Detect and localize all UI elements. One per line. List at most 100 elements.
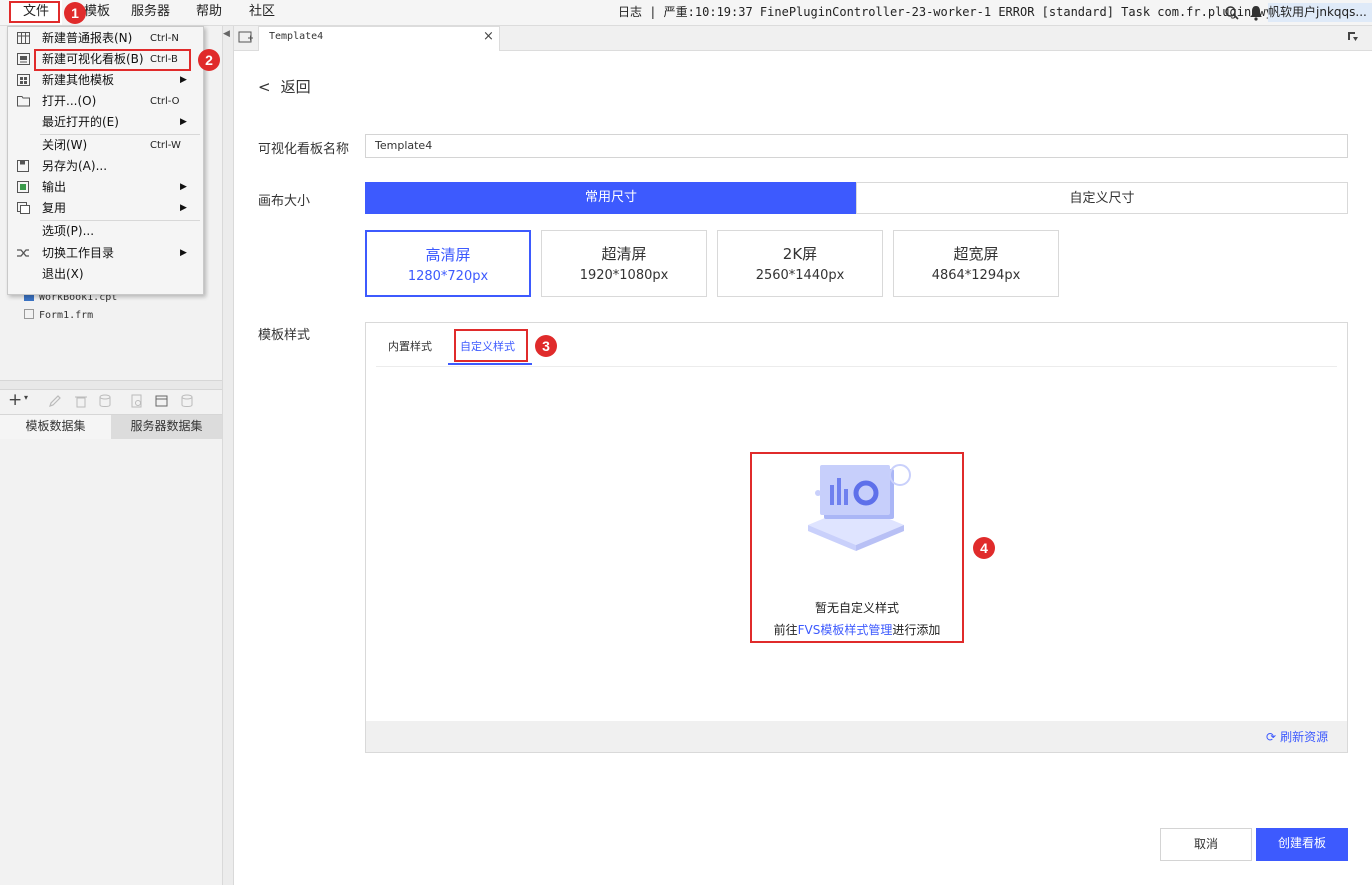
server-dataset-icon[interactable]	[180, 394, 194, 408]
menu-item-shortcut: Ctrl-O	[150, 96, 180, 107]
size-option-dims: 1280*720px	[407, 269, 489, 284]
collapse-left-icon[interactable]: ◀	[223, 29, 230, 39]
menu-item-label: 最近打开的(E)	[42, 115, 119, 129]
form-file-icon	[24, 309, 34, 319]
size-option-dims: 2560*1440px	[755, 268, 845, 283]
menu-community[interactable]: 社区	[249, 0, 275, 25]
canvas-size-label: 画布大小	[258, 194, 311, 209]
name-input[interactable]: Template4	[365, 134, 1348, 158]
style-panel-footer: ⟳ 刷新资源	[366, 721, 1347, 752]
size-option-name: 超清屏	[601, 245, 647, 263]
annotation-badge: 2	[198, 49, 220, 71]
menu-item-switch-workdir[interactable]: 切换工作目录 ▶	[8, 243, 203, 264]
size-option-ultrawide[interactable]: 超宽屏 4864*1294px	[893, 230, 1059, 297]
menu-item-label: 复用	[42, 201, 67, 215]
database-icon[interactable]	[98, 394, 112, 408]
menu-item-new-other[interactable]: 新建其他模板 ▶	[8, 70, 203, 91]
menu-server[interactable]: 服务器	[131, 0, 170, 25]
tab-custom-size[interactable]: 自定义尺寸	[856, 182, 1348, 214]
file-name: Form1.frm	[39, 310, 94, 321]
save-as-icon	[17, 160, 31, 172]
shuffle-icon	[17, 247, 31, 259]
annotation-box-custom-style	[454, 329, 528, 362]
size-option-fhd[interactable]: 超清屏 1920*1080px	[541, 230, 707, 297]
new-tab-icon[interactable]	[238, 30, 254, 46]
menu-item-options[interactable]: 选项(P)...	[8, 221, 203, 242]
file-item[interactable]: Form1.frm	[24, 309, 214, 325]
menu-item-label: 新建其他模板	[42, 73, 115, 87]
dataset-toolbar: + ▾	[0, 389, 222, 413]
back-button[interactable]: < 返回	[258, 76, 311, 97]
menu-item-new-report[interactable]: 新建普通报表(N) Ctrl-N	[8, 28, 203, 49]
user-account[interactable]: 帆软用户jnkqqs...	[1268, 3, 1372, 22]
back-label: 返回	[280, 78, 311, 96]
folder-open-icon	[17, 95, 31, 107]
add-icon[interactable]: +	[8, 390, 22, 410]
size-option-name: 高清屏	[425, 246, 471, 264]
menu-item-open[interactable]: 打开...(O) Ctrl-O	[8, 91, 203, 112]
menu-item-export[interactable]: 输出 ▶	[8, 177, 203, 198]
tab-menu-icon[interactable]	[1347, 31, 1359, 43]
tab-common-size[interactable]: 常用尺寸	[365, 182, 857, 214]
trash-icon[interactable]	[74, 394, 88, 408]
chevron-left-icon: <	[258, 78, 271, 96]
menu-item-label: 关闭(W)	[42, 138, 88, 152]
template-style-label: 模板样式	[258, 328, 311, 343]
tab-template4[interactable]: Template4 ×	[258, 26, 500, 51]
menu-item-recent[interactable]: 最近打开的(E) ▶	[8, 112, 203, 133]
close-icon[interactable]: ×	[483, 29, 494, 44]
reuse-icon	[17, 202, 31, 214]
refresh-icon: ⟳	[1266, 730, 1277, 744]
preview-icon[interactable]	[130, 394, 144, 408]
annotation-badge: 1	[64, 2, 86, 24]
menu-item-reuse[interactable]: 复用 ▶	[8, 198, 203, 219]
name-label: 可视化看板名称	[258, 142, 350, 157]
menu-item-label: 退出(X)	[42, 267, 84, 281]
tab-builtin-style[interactable]: 内置样式	[388, 338, 432, 354]
tab-server-dataset[interactable]: 服务器数据集	[111, 414, 222, 439]
dashboard-icon	[17, 53, 31, 65]
edit-icon[interactable]	[48, 394, 62, 408]
menu-item-label: 输出	[42, 180, 67, 194]
size-option-name: 2K屏	[782, 245, 818, 263]
active-tab-indicator	[448, 363, 532, 365]
menu-item-shortcut: Ctrl-W	[150, 140, 181, 151]
create-dashboard-button[interactable]: 创建看板	[1256, 828, 1348, 861]
annotation-badge: 4	[973, 537, 995, 559]
tab-title: Template4	[269, 31, 324, 42]
submenu-arrow-icon: ▶	[180, 203, 187, 213]
refresh-resources-button[interactable]: ⟳ 刷新资源	[1266, 728, 1328, 745]
menu-help[interactable]: 帮助	[196, 0, 222, 25]
size-option-dims: 4864*1294px	[931, 268, 1021, 283]
dataset-edit-icon[interactable]	[155, 394, 169, 408]
chevron-down-icon[interactable]: ▾	[24, 393, 28, 402]
cancel-button[interactable]: 取消	[1160, 828, 1252, 861]
submenu-arrow-icon: ▶	[180, 117, 187, 127]
export-icon	[17, 181, 31, 193]
menu-item-close[interactable]: 关闭(W) Ctrl-W	[8, 135, 203, 156]
size-option-2k[interactable]: 2K屏 2560*1440px	[717, 230, 883, 297]
menu-item-label: 另存为(A)...	[42, 159, 108, 173]
grid-report-icon	[17, 32, 31, 44]
tab-template-dataset[interactable]: 模板数据集	[0, 414, 111, 439]
menu-item-shortcut: Ctrl-N	[150, 33, 179, 44]
template-icon	[17, 74, 31, 86]
menu-item-exit[interactable]: 退出(X)	[8, 264, 203, 285]
bell-icon[interactable]	[1249, 5, 1263, 21]
menu-item-label: 选项(P)...	[42, 224, 95, 238]
menu-bar: 文件 模板 服务器 帮助 社区 日志 | 严重:10:19:37 FinePlu…	[0, 0, 1372, 26]
submenu-arrow-icon: ▶	[180, 182, 187, 192]
size-option-name: 超宽屏	[953, 245, 999, 263]
annotation-badge: 3	[535, 335, 557, 357]
menu-item-label: 切换工作目录	[42, 246, 115, 260]
submenu-arrow-icon: ▶	[180, 75, 187, 85]
submenu-arrow-icon: ▶	[180, 248, 187, 258]
annotation-box-file-menu	[9, 1, 60, 23]
panel-splitter[interactable]: ◀	[223, 26, 234, 885]
menu-item-save-as[interactable]: 另存为(A)...	[8, 156, 203, 177]
annotation-box-empty-state	[750, 452, 964, 643]
size-option-dims: 1920*1080px	[579, 268, 669, 283]
menu-template[interactable]: 模板	[84, 0, 110, 25]
size-option-hd[interactable]: 高清屏 1280*720px	[365, 230, 531, 297]
search-icon[interactable]	[1224, 5, 1240, 21]
